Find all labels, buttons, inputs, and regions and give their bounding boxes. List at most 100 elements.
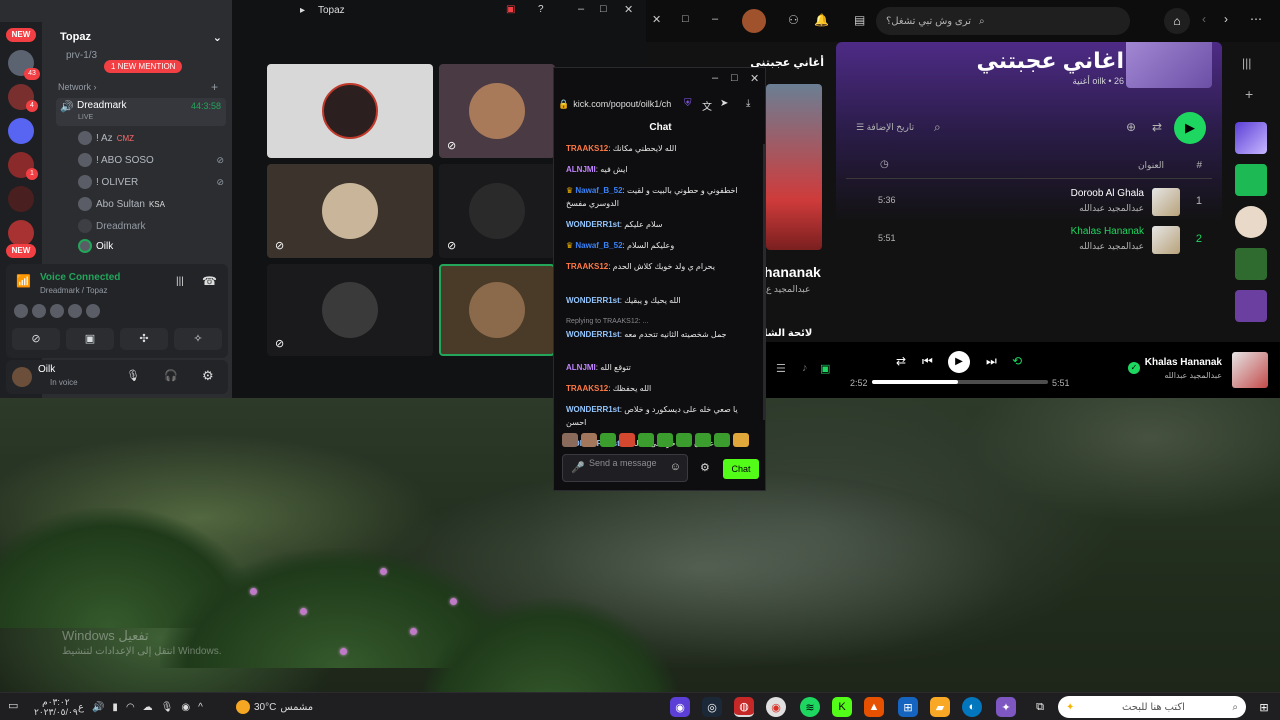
wifi-icon[interactable]: ◠ — [126, 702, 135, 713]
mic-icon[interactable]: 🎙 — [126, 369, 140, 382]
video-tile-speaking[interactable] — [439, 264, 555, 356]
liked-check-icon[interactable]: ✓ — [1128, 362, 1140, 374]
headphones-icon[interactable]: 🎧 — [164, 369, 178, 382]
browse-icon[interactable]: ▤ — [854, 13, 865, 27]
emote[interactable] — [676, 433, 692, 447]
app-icon-app[interactable]: ▲ — [864, 697, 884, 717]
playlist-thumb[interactable] — [1235, 248, 1267, 280]
noise-suppression-icon[interactable]: ||| — [176, 276, 184, 287]
video-tile[interactable]: ⊘ — [267, 264, 433, 356]
disconnect-icon[interactable]: ☎ — [202, 274, 217, 288]
play-button[interactable]: ▶ — [1174, 112, 1206, 144]
track-row[interactable]: 1 Doroob Al Ghala عبدالمجيد عبدالله 5:36 — [836, 184, 1222, 220]
close-button[interactable]: ✕ — [652, 13, 661, 26]
voice-member[interactable]: Oilk — [78, 238, 224, 254]
app-icon-steam[interactable]: ◎ — [702, 697, 722, 717]
close-button[interactable]: ✕ — [750, 72, 759, 85]
pip-icon[interactable]: ▣ — [506, 4, 515, 15]
voice-location[interactable]: Dreadmark / Topaz — [40, 286, 107, 295]
minimize-button[interactable]: – — [712, 13, 718, 25]
download-icon[interactable]: ⊕ — [1126, 120, 1136, 134]
progress-bar[interactable] — [872, 380, 1048, 384]
app-icon-store[interactable]: ⊞ — [898, 697, 918, 717]
help-icon[interactable]: ? — [538, 4, 544, 15]
forward-icon[interactable]: › — [1224, 12, 1228, 26]
app-icon-chrome[interactable]: ◉ — [766, 697, 786, 717]
shuffle-icon[interactable]: ⇄ — [896, 354, 906, 368]
app-icon-topaz[interactable]: ◍ — [734, 697, 754, 717]
chat-username[interactable]: Nawaf_B_52 — [575, 186, 622, 195]
add-channel-icon[interactable]: + — [211, 80, 218, 94]
maximize-button[interactable]: □ — [682, 13, 689, 25]
emote[interactable] — [657, 433, 673, 447]
queue-icon[interactable]: ☰ — [776, 362, 786, 375]
server-header[interactable]: Topaz ⌄ — [50, 26, 232, 48]
emote[interactable] — [581, 433, 597, 447]
now-playing-title[interactable]: Khalas Hananak — [1145, 357, 1222, 368]
chat-username[interactable]: WONDERR1st — [566, 220, 620, 229]
mic-icon[interactable]: 🎤 — [571, 463, 585, 474]
send-icon[interactable]: ➤ — [720, 98, 728, 109]
voice-member[interactable]: Dreadmark — [78, 218, 224, 234]
mic-icon[interactable]: 🎙 — [161, 702, 174, 713]
now-playing-artist[interactable]: عبدالمجيد عبدالله — [1164, 371, 1222, 380]
chat-username[interactable]: WONDERR1st — [566, 296, 620, 305]
maximize-button[interactable]: □ — [731, 72, 738, 84]
back-icon[interactable]: ‹ — [1202, 12, 1206, 26]
volume-icon[interactable]: 🔊 — [92, 702, 104, 713]
minimize-button[interactable]: – — [712, 72, 718, 84]
task-view-icon[interactable]: ⧉ — [1030, 697, 1050, 717]
voice-member[interactable]: ! ABO SOSO ⊘ — [78, 152, 224, 168]
taskbar-search[interactable]: ⌕ اكتب هنا للبحث ✦ — [1058, 696, 1246, 718]
app-icon-kick[interactable]: K — [832, 697, 852, 717]
start-icon[interactable]: ⊞ — [1254, 697, 1274, 717]
emote[interactable] — [695, 433, 711, 447]
download-icon[interactable]: ⤓ — [746, 98, 750, 109]
battery-icon[interactable]: ▮ — [112, 702, 118, 713]
playlist-thumb[interactable] — [1235, 290, 1267, 322]
previous-icon[interactable]: ⏮ — [922, 354, 933, 369]
home-icon[interactable]: ⌂ — [1164, 8, 1190, 34]
screen-share-button[interactable]: ▣ — [66, 328, 114, 350]
emote[interactable] — [714, 433, 730, 447]
new-unread-pill[interactable]: NEW — [6, 244, 36, 258]
friends-icon[interactable]: ⚇ — [788, 13, 799, 27]
voice-member[interactable]: ! Az CMZ — [78, 130, 224, 146]
bell-icon[interactable]: 🔔 — [814, 13, 829, 27]
cloud-icon[interactable]: ☁ — [143, 702, 153, 713]
now-playing-view-icon[interactable]: ▣ — [820, 362, 830, 375]
video-tile[interactable]: ⊘ — [267, 164, 433, 258]
shield-icon[interactable]: ⛨ — [684, 98, 692, 109]
sort-control[interactable]: ☰ تاريخ الإضافة — [856, 122, 914, 133]
now-playing-art[interactable] — [1232, 352, 1268, 388]
video-tile[interactable]: ⊘ — [439, 164, 555, 258]
avatar[interactable] — [742, 9, 766, 33]
app-icon-discord[interactable]: ◉ — [670, 697, 690, 717]
language-indicator[interactable]: ع — [78, 702, 84, 713]
chat-username[interactable]: WONDERR1st — [566, 330, 620, 339]
chat-username[interactable]: TRAAKS12 — [566, 384, 608, 393]
chat-scrollbar[interactable] — [763, 144, 766, 420]
soundboard-button[interactable]: ✧ — [174, 328, 222, 350]
chat-username[interactable]: WONDERR1st — [566, 405, 620, 414]
chat-username[interactable]: ALNJMI — [566, 165, 596, 174]
next-icon[interactable]: ⏭ — [986, 354, 997, 369]
emote[interactable] — [619, 433, 635, 447]
overflow-icon[interactable]: ^ — [198, 702, 203, 713]
video-tile[interactable] — [267, 64, 433, 158]
liked-songs-icon[interactable] — [1235, 122, 1267, 154]
emote[interactable] — [562, 433, 578, 447]
app-icon-explorer[interactable]: ▰ — [930, 697, 950, 717]
channel-prev[interactable]: prv-1/3 — [66, 50, 97, 61]
clock[interactable]: ٠٣:٠٢م ٢٠٢٣/٠٥/٠٩ — [34, 697, 78, 717]
record-icon[interactable]: ◉ — [181, 702, 190, 713]
signal-icon[interactable]: 📶 — [16, 274, 31, 288]
weather-widget[interactable]: 30°C مشمس — [236, 693, 313, 720]
server-icon[interactable] — [8, 220, 34, 246]
camera-off-button[interactable]: ⊘ — [12, 328, 60, 350]
new-mention-pill[interactable]: 1 NEW MENTION — [104, 60, 183, 73]
search-bar[interactable]: ⌕ ترى وش تبي تشغل؟ — [876, 7, 1130, 35]
lyrics-icon[interactable]: ♪ — [802, 362, 808, 374]
close-button[interactable]: ✕ — [624, 3, 633, 16]
voice-member[interactable]: Abo Sultan KSA — [78, 196, 224, 212]
